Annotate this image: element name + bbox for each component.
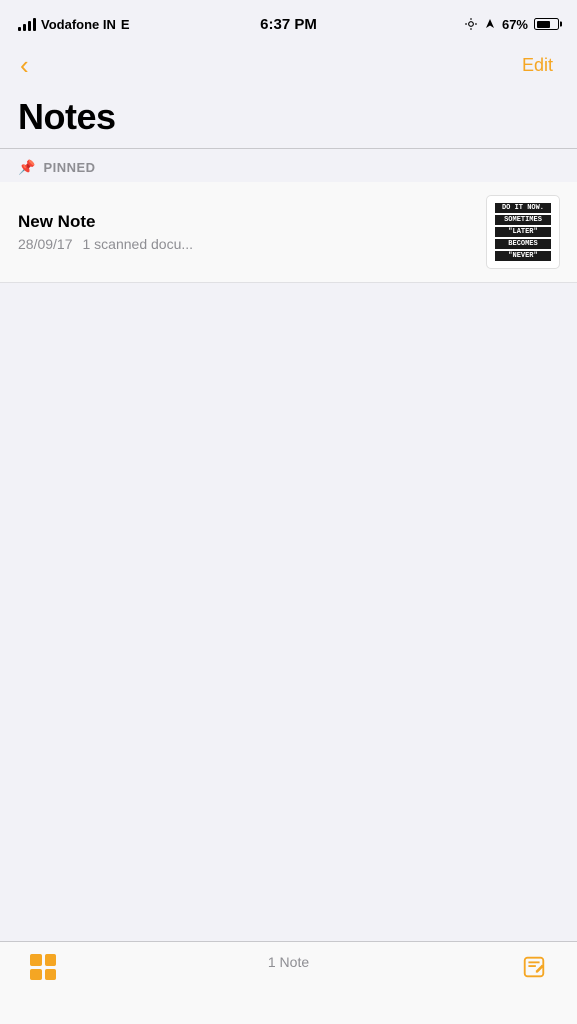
grid-cell-4 [45,969,57,981]
note-date: 28/09/17 [18,236,73,252]
pinned-label: PINNED [43,160,95,175]
note-count-tab: 1 Note [268,954,309,970]
compose-icon [521,954,547,980]
thumbnail-inner: DO IT NOW. SOMETIMES "LATER" BECOMES "NE… [491,200,555,264]
gallery-tab[interactable] [30,954,56,980]
location-icon [464,17,478,31]
tab-bar: 1 Note [0,941,577,1024]
status-time: 6:37 PM [260,16,317,33]
grid-cell-1 [30,954,42,966]
main-content-area [0,283,577,928]
status-bar: Vodafone IN E 6:37 PM 67% [0,0,577,44]
back-chevron-icon: ‹ [20,52,29,78]
edit-button[interactable]: Edit [516,51,559,80]
carrier-label: Vodafone IN [41,17,116,32]
battery-percent-label: 67% [502,17,528,32]
status-right: 67% [464,17,559,32]
grid-cell-3 [30,969,42,981]
battery-icon [534,18,559,30]
pinned-section-header: 📌 PINNED [0,149,577,182]
page-title-section: Notes [0,90,577,148]
back-button[interactable]: ‹ [14,48,35,82]
network-type-label: E [121,17,130,32]
pin-icon: 📌 [18,159,35,176]
thumb-line-1: DO IT NOW. [495,203,551,213]
thumb-line-5: "NEVER" [495,251,551,261]
note-content: New Note 28/09/17 1 scanned docu... [18,212,487,252]
nav-bar: ‹ Edit [0,44,577,90]
note-title: New Note [18,212,475,232]
page-title: Notes [18,96,559,138]
battery-container [534,18,559,30]
signal-bars-icon [18,17,36,31]
grid-cell-2 [45,954,57,966]
note-thumbnail: DO IT NOW. SOMETIMES "LATER" BECOMES "NE… [487,196,559,268]
thumb-line-4: BECOMES [495,239,551,249]
note-meta: 28/09/17 1 scanned docu... [18,236,475,252]
gallery-grid-icon [30,954,56,980]
thumb-line-2: SOMETIMES [495,215,551,225]
note-item[interactable]: New Note 28/09/17 1 scanned docu... DO I… [0,182,577,283]
navigation-icon [484,17,496,31]
battery-fill [537,21,550,28]
note-preview: 1 scanned docu... [83,236,194,252]
status-left: Vodafone IN E [18,17,130,32]
thumb-line-3: "LATER" [495,227,551,237]
compose-tab[interactable] [521,954,547,980]
note-count-label: 1 Note [268,954,309,970]
